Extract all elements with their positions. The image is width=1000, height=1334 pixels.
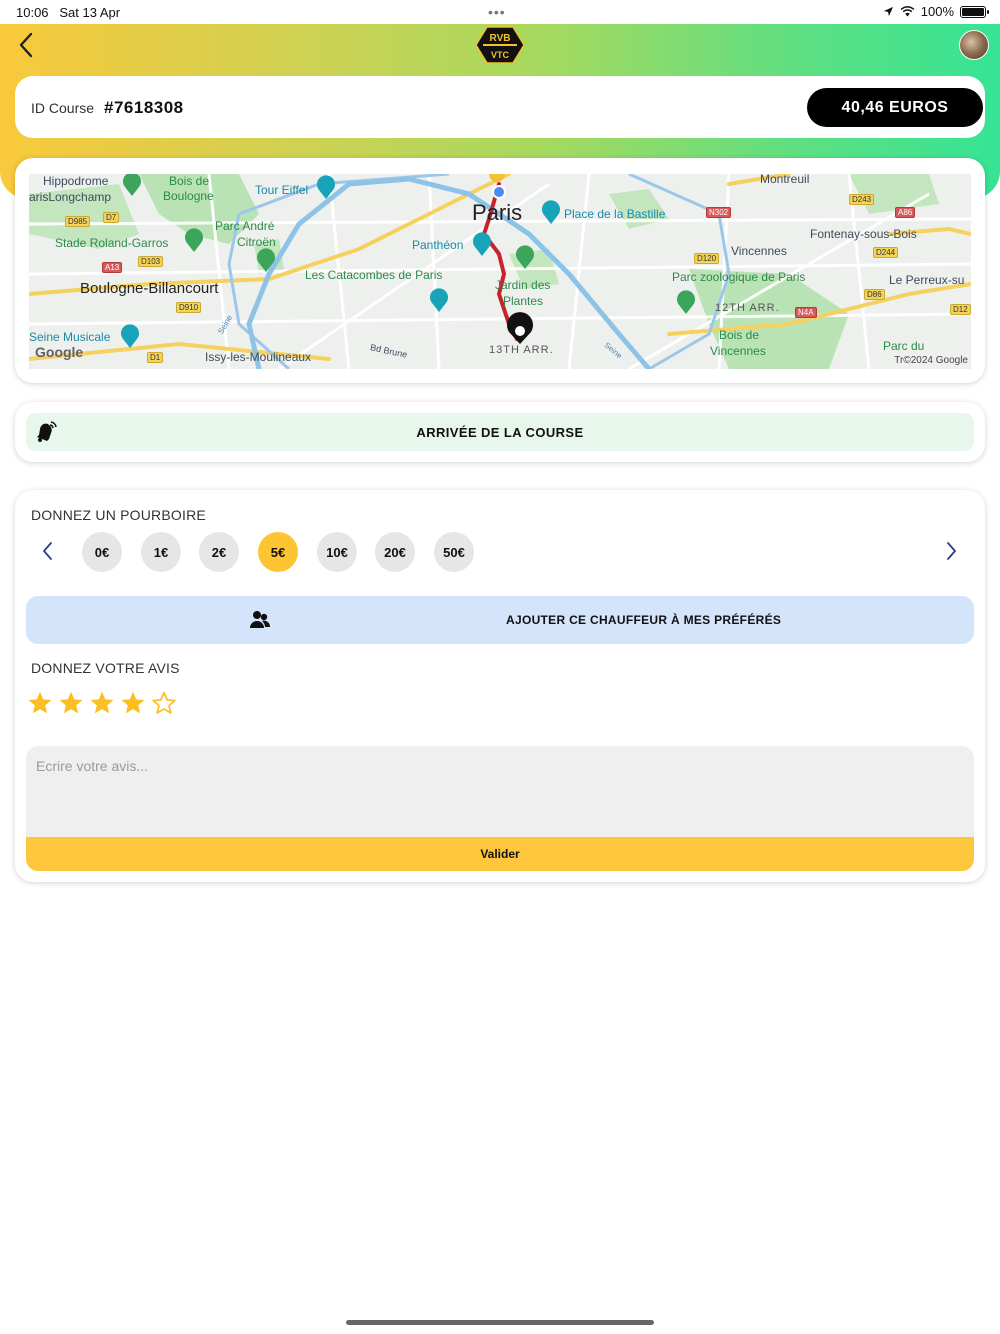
map-label-jardin-2: Plantes <box>503 294 544 308</box>
user-avatar[interactable] <box>959 30 989 60</box>
svg-text:RVB: RVB <box>490 33 511 44</box>
road-tag-d7: D7 <box>103 212 120 223</box>
map-label-place-bastille: Place de la Bastille <box>564 207 666 221</box>
wifi-icon <box>900 6 915 17</box>
map-label-boulogne: Boulogne-Billancourt <box>80 280 219 297</box>
status-time: 10:06 Sat 13 Apr <box>16 5 121 20</box>
road-tag-d1: D1 <box>147 352 164 363</box>
course-id-value: #7618308 <box>104 98 184 117</box>
course-id-label: ID Course <box>31 100 95 116</box>
review-title: DONNEZ VOTRE AVIS <box>31 660 180 676</box>
map-label-13th-arr: 13TH ARR. <box>489 344 554 356</box>
home-indicator[interactable] <box>346 1320 654 1325</box>
tip-title: DONNEZ UN POURBOIRE <box>31 507 206 523</box>
status-indicators: 100% <box>883 4 989 19</box>
road-tag-d120: D120 <box>694 253 720 264</box>
road-tag-d103: D103 <box>138 256 164 267</box>
star-filled-icon[interactable] <box>120 690 146 716</box>
map-label-pantheon: Panthéon <box>412 238 464 252</box>
svg-text:VTC: VTC <box>491 50 510 60</box>
map-label-seine-musicale: Seine Musicale <box>29 330 111 344</box>
google-logo: Google <box>35 344 84 360</box>
chevron-left-icon[interactable] <box>14 30 40 60</box>
road-tag-n302: N302 <box>706 207 732 218</box>
map-label-issy: Issy-les-Moulineaux <box>205 350 312 364</box>
star-filled-icon[interactable] <box>89 690 115 716</box>
tip-option-2[interactable]: 2€ <box>199 532 239 572</box>
road-tag-d244: D244 <box>873 247 899 258</box>
tip-option-50[interactable]: 50€ <box>434 532 474 572</box>
location-arrow-icon <box>883 6 893 17</box>
star-filled-icon[interactable] <box>27 690 53 716</box>
tip-option-5-selected[interactable]: 5€ <box>258 532 298 572</box>
road-tag-d86: D86 <box>864 289 885 300</box>
course-price-badge: 40,46 EUROS <box>807 88 983 127</box>
battery-icon <box>960 5 989 18</box>
map-label-parc-du: Parc du <box>883 339 925 353</box>
map-label-bois-vincennes-2: Vincennes <box>710 344 766 358</box>
submit-review-button[interactable]: Valider <box>26 837 974 871</box>
map-label-vincennes: Vincennes <box>731 244 787 258</box>
map-label-perreux: Le Perreux-su <box>889 273 965 287</box>
road-tag-d243: D243 <box>849 194 875 205</box>
route-map[interactable]: Hippodrome arisLongchamp Bois de Boulogn… <box>29 174 971 369</box>
tip-option-10[interactable]: 10€ <box>317 532 357 572</box>
map-card: Hippodrome arisLongchamp Bois de Boulogn… <box>15 158 985 383</box>
chevron-right-icon[interactable] <box>944 540 958 562</box>
road-tag-a86: A86 <box>895 207 916 218</box>
tip-option-1[interactable]: 1€ <box>141 532 181 572</box>
map-label-bois-boulogne-1: Bois de <box>169 174 210 188</box>
map-label-catacombes: Les Catacombes de Paris <box>305 268 443 282</box>
map-label-bois-vincennes-1: Bois de <box>719 328 760 342</box>
road-tag-d985: D985 <box>65 216 91 227</box>
status-bar: 10:06 Sat 13 Apr ••• 100% <box>0 0 1000 24</box>
arrival-card: ARRIVÉE DE LA COURSE <box>15 402 985 462</box>
arrival-button[interactable]: ARRIVÉE DE LA COURSE <box>26 413 974 451</box>
tip-option-0[interactable]: 0€ <box>82 532 122 572</box>
add-favorite-label: AJOUTER CE CHAUFFEUR À MES PRÉFÉRÉS <box>506 613 782 627</box>
course-id-card: ID Course #7618308 40,46 EUROS <box>15 76 985 138</box>
map-label-tour-eiffel: Tour Eiffel <box>255 183 309 197</box>
road-tag-d12: D12 <box>950 304 971 315</box>
users-icon <box>250 611 271 628</box>
multitasking-dots-icon[interactable]: ••• <box>488 4 506 20</box>
rvb-vtc-logo: RVB VTC <box>475 26 525 64</box>
map-label-montreuil: Montreuil <box>760 174 810 186</box>
battery-percent: 100% <box>920 4 954 19</box>
arrival-label: ARRIVÉE DE LA COURSE <box>416 425 584 440</box>
map-label-parc-andre-2: Citroën <box>237 235 276 249</box>
map-label-stade: Stade Roland-Garros <box>55 236 169 250</box>
chevron-left-icon[interactable] <box>41 540 55 562</box>
road-tag-d910: D910 <box>176 302 202 313</box>
add-favorite-driver-button[interactable]: AJOUTER CE CHAUFFEUR À MES PRÉFÉRÉS <box>26 596 974 644</box>
star-outline-icon[interactable] <box>151 690 177 716</box>
road-tag-a13: A13 <box>102 262 123 273</box>
map-label-parc-andre-1: Parc André <box>215 219 275 233</box>
road-tag-n4a: N4A <box>795 307 817 318</box>
map-label-fontenay: Fontenay-sous-Bois <box>810 227 917 241</box>
map-label-longchamp: arisLongchamp <box>29 190 112 204</box>
map-label-bois-boulogne-2: Boulogne <box>163 189 214 203</box>
star-filled-icon[interactable] <box>58 690 84 716</box>
tip-review-card: DONNEZ UN POURBOIRE 0€ 1€ 2€ 5€ 10€ 20€ … <box>15 490 985 882</box>
map-label-hippodrome: Hippodrome <box>43 174 109 188</box>
tip-option-20[interactable]: 20€ <box>375 532 415 572</box>
map-label-12th-arr: 12TH ARR. <box>715 302 780 314</box>
review-textarea[interactable] <box>26 746 974 838</box>
rating-stars <box>27 690 177 716</box>
map-copyright: Tr©2024 Google <box>894 355 968 366</box>
map-label-parc-zoo: Parc zoologique de Paris <box>672 270 806 284</box>
map-label-paris: Paris <box>472 200 523 225</box>
map-label-jardin-1: Jardin des <box>495 278 551 292</box>
